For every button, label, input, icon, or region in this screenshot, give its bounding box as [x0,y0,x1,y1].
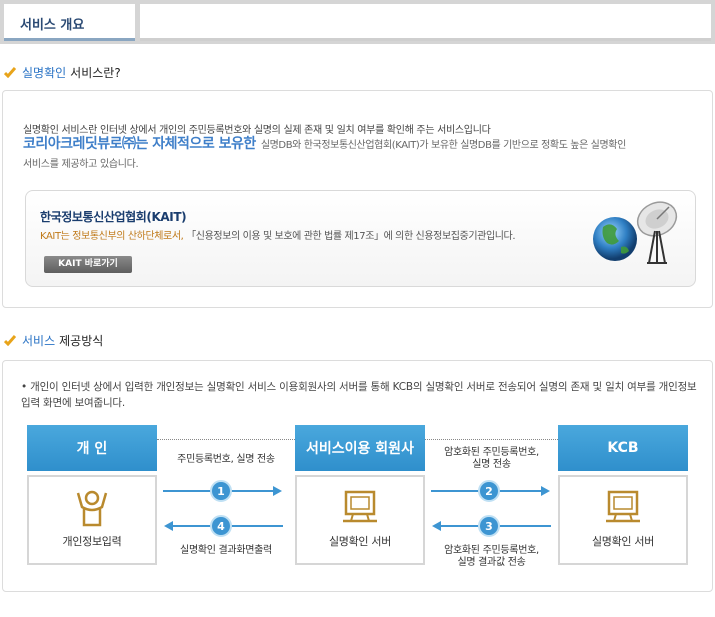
flow2-number: 2 [478,480,500,502]
node-member-label: 실명확인 서버 [328,535,392,548]
section-heading-service-method: 서비스 제공방식 [4,331,103,349]
top-tab-bar: 서비스 개요 [0,0,715,44]
flow1-label: 주민등록번호, 실명 전송 [177,454,275,465]
service-description: • 개인이 인터넷 상에서 입력한 개인정보는 실명확인 서비스 이용회원사의 … [21,379,701,411]
flow2-label-line1: 암호화된 주민등록번호, [444,447,539,458]
intro-text-line2: 코리아크레딧뷰로㈜는 자체적으로 보유한 실명DB와 한국정보통신산업협회(KA… [23,133,703,153]
service-box: • 개인이 인터넷 상에서 입력한 개인정보는 실명확인 서비스 이용회원사의 … [2,360,713,592]
kait-desc-org: KAIT는 정보통신부의 산하단체로서, [40,231,184,242]
flow4-number: 4 [210,515,232,537]
section-title-dark: 서비스란? [70,65,121,80]
kait-shortcut-button[interactable]: KAIT 바로가기 [44,256,132,273]
node-kcb-header: KCB [558,425,688,471]
node-individual-body: 개인정보입력 [27,475,157,565]
node-member-header: 서비스이용 회원사 [295,425,425,471]
computer-icon [343,490,377,523]
check-bullet-icon [4,335,16,346]
intro-small: 실명DB와 한국정보통신산업협회(KAIT)가 보유한 실명DB를 기반으로 정… [260,140,626,151]
tab-service-overview[interactable]: 서비스 개요 [4,4,135,41]
flow2-label-line2: 실명 전송 [472,459,511,470]
check-bullet-icon [4,67,16,78]
kait-title: 한국정보통신산업협회(KAIT) [40,210,187,224]
satellite-globe-icon [593,201,678,264]
flow2-label: 암호화된 주민등록번호, 실명 전송 [425,447,558,471]
person-icon [76,490,108,527]
flow3-number: 3 [478,515,500,537]
node-kcb-label: 실명확인 서버 [591,535,655,548]
connector-line [425,439,558,440]
service-description-text: 개인이 인터넷 상에서 입력한 개인정보는 실명확인 서비스 이용회원사의 서버… [21,381,697,409]
intro-highlight: 코리아크레딧뷰로㈜는 자체적으로 보유한 [23,136,256,152]
flow3-label-line2: 실명 결과값 전송 [457,557,526,568]
node-member-body: 실명확인 서버 [295,475,425,565]
section-title-blue: 실명확인 [22,65,67,80]
flow3-label: 암호화된 주민등록번호, 실명 결과값 전송 [425,545,558,569]
tab-bar-filler [140,4,711,41]
node-individual-header: 개 인 [27,425,157,471]
bullet-mark: • [21,381,27,393]
flow3-label-line1: 암호화된 주민등록번호, [444,545,539,556]
tab-label: 서비스 개요 [20,18,85,33]
connector-line [157,439,295,440]
intro-box: 실명확인 서비스란 인터넷 상에서 개인의 주민등록번호와 실명의 실제 존재 … [2,90,713,308]
kait-desc-rest: 「신용정보의 이용 및 보호에 관한 법률 제17조」에 의한 신용정보집중기관… [183,231,516,242]
kait-card: 한국정보통신산업협회(KAIT) KAIT는 정보통신부의 산하단체로서, 「신… [25,190,696,287]
computer-icon [606,490,640,523]
flow4-label: 실명확인 결과화면출력 [180,545,272,556]
kait-description: KAIT는 정보통신부의 산하단체로서, 「신용정보의 이용 및 보호에 관한 … [40,227,516,242]
node-kcb-body: 실명확인 서버 [558,475,688,565]
section-title-dark: 제공방식 [59,333,104,348]
section-heading-realname: 실명확인 서비스란? [4,63,121,81]
section-title-blue: 서비스 [22,333,56,348]
flow1-number: 1 [210,480,232,502]
node-individual-label: 개인정보입력 [62,535,122,548]
intro-text-line3: 서비스를 제공하고 있습니다. [23,159,139,170]
